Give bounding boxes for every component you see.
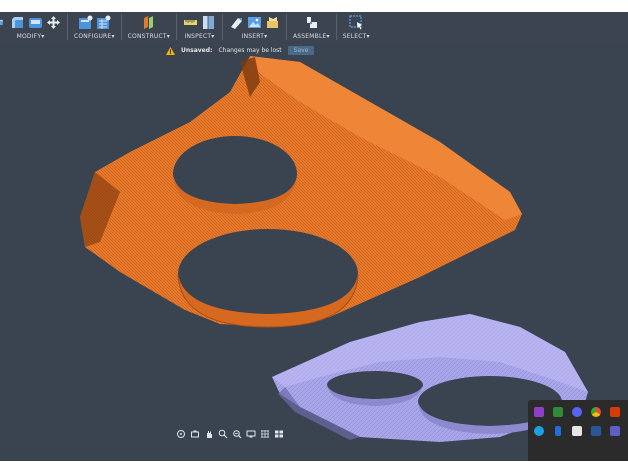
toolbar-group-construct[interactable]: CONSTRUCT▾ [122,12,176,42]
mesh-body-orange[interactable] [80,56,522,328]
configure-table-icon[interactable] [78,15,93,30]
toolbar-group-construct-label: CONSTRUCT [127,33,167,40]
viewports-icon[interactable] [274,429,284,439]
chevron-down-icon: ▾ [111,33,115,40]
configure-rule-icon[interactable] [96,15,111,30]
zoom-icon[interactable] [218,429,228,439]
warning-icon [166,46,175,55]
chevron-down-icon: ▾ [211,33,215,40]
toolbar-group-modify-label: MODIFY [16,33,42,40]
move-icon[interactable] [46,15,61,30]
system-tray-overflow [528,400,628,463]
unsaved-status: Unsaved: [181,47,213,54]
toolbar-group-assemble-label: ASSEMBLE [292,33,327,40]
toolbar-group-modify[interactable]: MODIFY▾ [0,12,67,42]
edge-icon[interactable] [534,426,544,436]
chevron-down-icon: ▾ [41,33,45,40]
grid-icon[interactable] [260,429,270,439]
save-button[interactable]: Save [287,46,315,55]
fit-icon[interactable] [232,429,242,439]
window-top-strip [0,0,628,12]
navigation-bar [176,428,284,440]
look-at-icon[interactable] [190,429,200,439]
toolbar-group-inspect-label: INSPECT [184,33,212,40]
chevron-down-icon: ▾ [326,33,330,40]
green-app-icon[interactable] [553,407,563,417]
fillet-icon[interactable] [10,15,25,30]
joint-icon[interactable] [304,15,319,30]
chevron-down-icon: ▾ [366,33,370,40]
orbit-icon[interactable] [176,429,186,439]
chrome-icon[interactable] [591,407,601,417]
press-pull-icon[interactable] [0,15,7,30]
chevron-down-icon: ▾ [166,33,170,40]
offset-plane-icon[interactable] [141,15,156,30]
toolbar-group-configure-label: CONFIGURE [74,33,112,40]
office-icon[interactable] [610,407,620,417]
shell-icon[interactable] [28,15,43,30]
toolbar-group-select-label: SELECT [342,33,367,40]
mesh-hole-left [327,371,423,399]
unsaved-message: Changes may be lost [218,47,282,54]
display-settings-icon[interactable] [246,429,256,439]
onenote-icon[interactable] [534,407,544,417]
toolbar-group-configure[interactable]: CONFIGURE▾ [68,12,121,42]
section-analysis-icon[interactable] [201,15,216,30]
unsaved-banner: Unsaved: Changes may be lost Save [166,45,315,56]
teams-icon[interactable] [610,426,620,436]
window-select-icon[interactable] [349,15,364,30]
insert-image-icon[interactable] [247,15,262,30]
toolbar-group-inspect[interactable]: INSPECT▾ [177,12,222,42]
toolbar-group-insert-label: INSERT [241,33,265,40]
discord-icon[interactable] [572,407,582,417]
chevron-down-icon: ▾ [264,33,268,40]
word-icon[interactable] [591,426,601,436]
pan-icon[interactable] [204,429,214,439]
insert-mesh-icon[interactable] [265,15,280,30]
toolbar-group-assemble[interactable]: ASSEMBLE▾ [287,12,336,42]
measure-icon[interactable] [183,15,198,30]
toolbar-group-insert[interactable]: INSERT▾ [223,12,286,42]
chat-icon[interactable] [572,426,582,436]
toolbar-group-select[interactable]: SELECT▾ [337,12,376,42]
bluetooth-icon[interactable] [555,426,561,436]
window-bottom-strip [0,461,628,472]
insert-derive-icon[interactable] [229,15,244,30]
toolbar: MODIFY▾ CONFIGURE▾ CONSTRUCT▾ INSPECT▾ I [0,12,628,42]
